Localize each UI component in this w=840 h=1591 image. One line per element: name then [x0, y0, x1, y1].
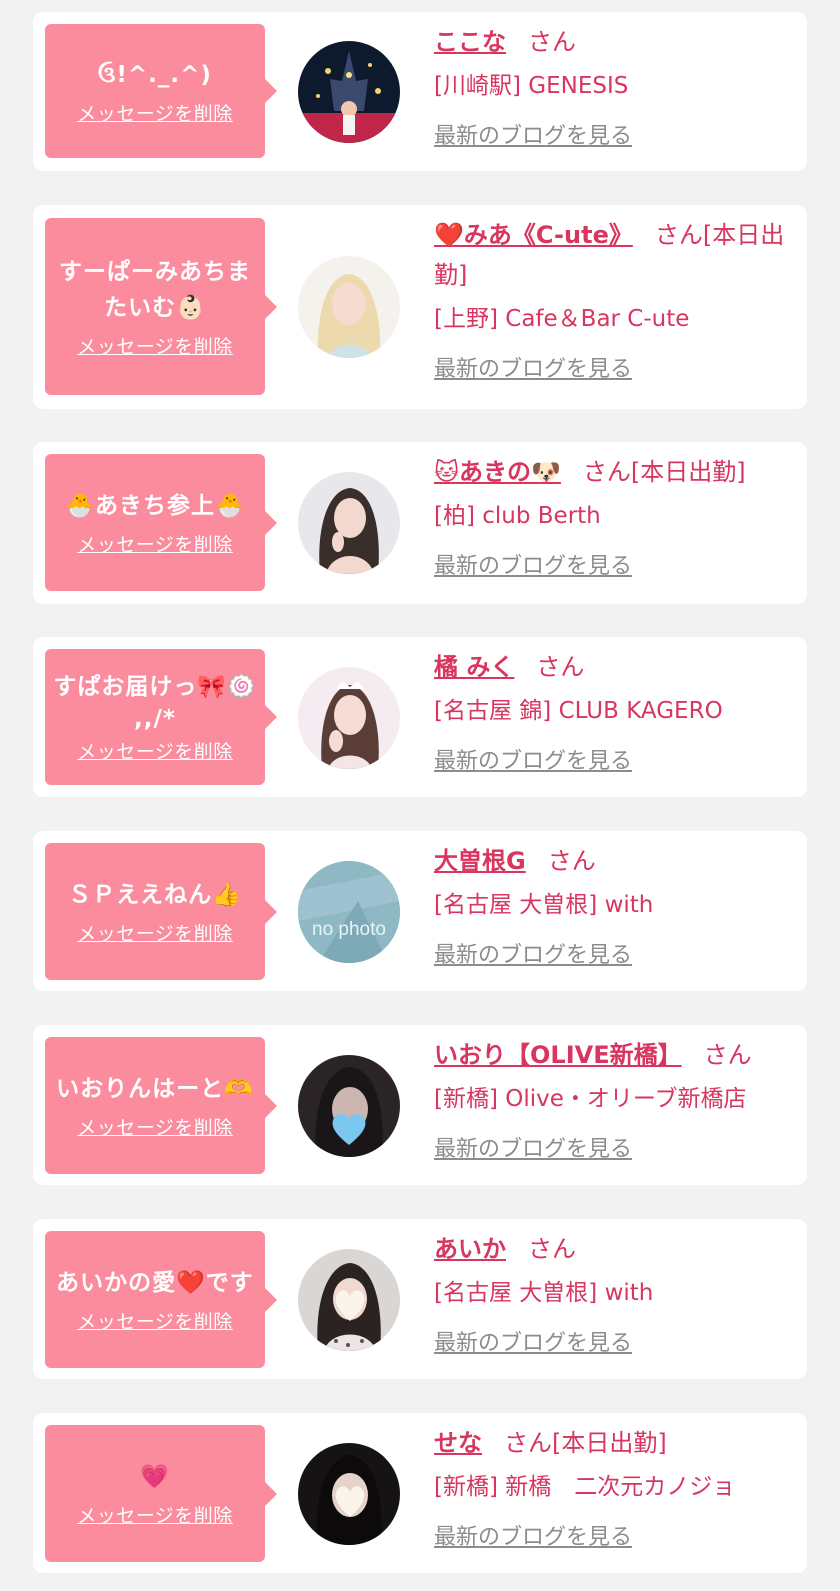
- honorific: さん: [528, 28, 576, 56]
- delete-message-link[interactable]: メッセージを削除: [77, 530, 233, 557]
- cast-name-link[interactable]: 大曽根G: [434, 847, 526, 875]
- delete-message-link[interactable]: メッセージを削除: [77, 919, 233, 946]
- delete-message-link[interactable]: メッセージを削除: [77, 1307, 233, 1334]
- shop-info: [名古屋 大曽根] with: [434, 1280, 654, 1306]
- latest-blog-link[interactable]: 最新のブログを見る: [434, 937, 632, 969]
- message-bubble: あいかの愛❤️です メッセージを削除: [45, 1231, 277, 1368]
- message-card: 💗 メッセージを削除 せな さん[本日出勤] [新橋] 新橋 二次元カノジョ 最新…: [33, 1413, 807, 1573]
- shop-info: [名古屋 大曽根] with: [434, 892, 654, 918]
- message-bubble: 💗 メッセージを削除: [45, 1425, 277, 1562]
- cast-info: ❤️みあ《C-ute》 さん[本日出勤] [上野] Cafe＆Bar C-ute …: [434, 215, 794, 383]
- message-card: ઉ!^._.^) メッセージを削除 ここな さん [川崎駅] GENESIS 最新…: [33, 12, 807, 171]
- cast-name-link[interactable]: 橘 みく: [434, 653, 514, 681]
- message-text: すーぱーみあちまたいむ👶🏻: [59, 259, 251, 321]
- message-card: 🐣あきち参上🐣 メッセージを削除 🐱あきの🐶 さん[本日出勤] [柏] club …: [33, 442, 807, 604]
- message-bubble: すーぱーみあちまたいむ👶🏻 メッセージを削除: [45, 218, 277, 395]
- delete-message-link[interactable]: メッセージを削除: [77, 332, 233, 359]
- honorific: さん: [654, 221, 703, 249]
- attendance-status: [本日出勤]: [630, 458, 746, 486]
- message-text: ઉ!^._.^): [98, 61, 212, 88]
- latest-blog-link[interactable]: 最新のブログを見る: [434, 743, 632, 775]
- message-text: 💗: [140, 1464, 170, 1490]
- message-card: いおりんはーと🫶 メッセージを削除 いおり【OLIVE新橋】 さん [新橋] Ol…: [33, 1025, 807, 1185]
- shop-info: [上野] Cafe＆Bar C-ute: [434, 306, 690, 332]
- cast-info: 橘 みく さん [名古屋 錦] CLUB KAGERO 最新のブログを見る: [434, 647, 794, 775]
- message-bubble: ＳＰええねん👍 メッセージを削除: [45, 843, 277, 980]
- latest-blog-link[interactable]: 最新のブログを見る: [434, 351, 632, 383]
- avatar[interactable]: [298, 667, 400, 769]
- honorific: さん: [536, 653, 585, 681]
- message-card: あいかの愛❤️です メッセージを削除 あいか さん [名古屋 大曽根] with …: [33, 1219, 807, 1379]
- delete-message-link[interactable]: メッセージを削除: [77, 737, 233, 764]
- delete-message-link[interactable]: メッセージを削除: [77, 99, 233, 126]
- message-text: 🐣あきち参上🐣: [65, 493, 245, 519]
- honorific: さん: [547, 847, 596, 875]
- message-text: いおりんはーと🫶: [56, 1076, 254, 1102]
- avatar[interactable]: [298, 472, 400, 574]
- honorific: さん: [582, 458, 631, 486]
- honorific: さん: [703, 1041, 752, 1069]
- message-bubble: 🐣あきち参上🐣 メッセージを削除: [45, 454, 277, 591]
- honorific: さん: [504, 1429, 552, 1457]
- message-text: ＳＰええねん👍: [68, 882, 242, 908]
- delete-message-link[interactable]: メッセージを削除: [77, 1501, 233, 1528]
- delete-message-link[interactable]: メッセージを削除: [77, 1113, 233, 1140]
- cast-name-link[interactable]: せな: [434, 1429, 482, 1457]
- cast-info: ここな さん [川崎駅] GENESIS 最新のブログを見る: [434, 22, 794, 150]
- message-text: すぱお届けっ🎀🍥 ,,/*: [53, 673, 257, 732]
- attendance-status: [本日出勤]: [552, 1429, 667, 1457]
- cast-name-link[interactable]: いおり【OLIVE新橋】: [434, 1041, 682, 1069]
- message-bubble: ઉ!^._.^) メッセージを削除: [45, 24, 277, 158]
- message-card: すーぱーみあちまたいむ👶🏻 メッセージを削除 ❤️みあ《C-ute》 さん[本日出…: [33, 205, 807, 409]
- message-bubble: いおりんはーと🫶 メッセージを削除: [45, 1037, 277, 1174]
- honorific: さん: [528, 1235, 576, 1263]
- cast-info: せな さん[本日出勤] [新橋] 新橋 二次元カノジョ 最新のブログを見る: [434, 1423, 794, 1551]
- cast-name-link[interactable]: ここな: [434, 28, 506, 56]
- cast-name-link[interactable]: あいか: [434, 1235, 506, 1263]
- no-photo-text: no photo: [312, 919, 386, 940]
- message-card: すぱお届けっ🎀🍥 ,,/* メッセージを削除 橘 みく さん [名古屋 錦] CL…: [33, 637, 807, 797]
- avatar[interactable]: [298, 256, 400, 358]
- shop-info: [名古屋 錦] CLUB KAGERO: [434, 698, 723, 724]
- shop-info: [新橋] 新橋 二次元カノジョ: [434, 1474, 736, 1500]
- shop-info: [川崎駅] GENESIS: [434, 73, 629, 99]
- avatar[interactable]: [298, 1443, 400, 1545]
- latest-blog-link[interactable]: 最新のブログを見る: [434, 1519, 632, 1551]
- cast-name-link[interactable]: 🐱あきの🐶: [434, 458, 561, 486]
- cast-name-link[interactable]: ❤️みあ《C-ute》: [434, 221, 633, 249]
- shop-info: [柏] club Berth: [434, 503, 601, 529]
- latest-blog-link[interactable]: 最新のブログを見る: [434, 1325, 632, 1357]
- message-card: ＳＰええねん👍 メッセージを削除 no photo 大曽根G さん [名古屋 大曽…: [33, 831, 807, 991]
- avatar[interactable]: [298, 41, 400, 143]
- avatar[interactable]: [298, 1249, 400, 1351]
- latest-blog-link[interactable]: 最新のブログを見る: [434, 1131, 632, 1163]
- latest-blog-link[interactable]: 最新のブログを見る: [434, 118, 632, 150]
- cast-info: あいか さん [名古屋 大曽根] with 最新のブログを見る: [434, 1229, 794, 1357]
- cast-info: 🐱あきの🐶 さん[本日出勤] [柏] club Berth 最新のブログを見る: [434, 452, 794, 580]
- message-text: あいかの愛❤️です: [56, 1270, 254, 1296]
- shop-info: [新橋] Olive・オリーブ新橋店: [434, 1086, 747, 1112]
- avatar[interactable]: no photo: [298, 861, 400, 963]
- cast-info: いおり【OLIVE新橋】 さん [新橋] Olive・オリーブ新橋店 最新のブログ…: [434, 1035, 794, 1163]
- cast-info: 大曽根G さん [名古屋 大曽根] with 最新のブログを見る: [434, 841, 794, 969]
- avatar[interactable]: [298, 1055, 400, 1157]
- latest-blog-link[interactable]: 最新のブログを見る: [434, 548, 632, 580]
- message-bubble: すぱお届けっ🎀🍥 ,,/* メッセージを削除: [45, 649, 277, 785]
